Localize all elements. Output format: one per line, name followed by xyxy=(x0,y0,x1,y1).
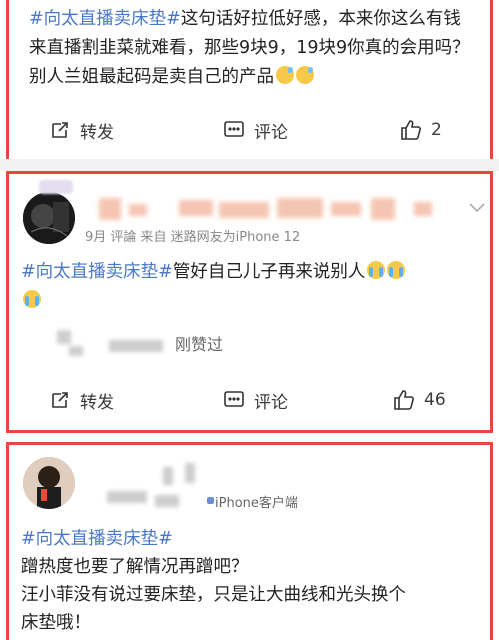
post-1-repost-button[interactable]: 转发 xyxy=(49,118,114,143)
post-2-topic[interactable]: #向太直播卖床垫# xyxy=(21,262,173,282)
blurred-username xyxy=(414,202,432,216)
avatar[interactable] xyxy=(23,457,75,509)
post-2-comment-button[interactable]: 评论 xyxy=(223,388,288,413)
comment-label: 评论 xyxy=(254,392,288,413)
blurred-username xyxy=(179,200,213,216)
blurred-username xyxy=(185,463,195,483)
blurred-username xyxy=(163,467,173,485)
like-count: 46 xyxy=(424,390,446,410)
repost-label: 转发 xyxy=(80,122,114,143)
badge-icon xyxy=(39,180,73,194)
crying-emoji-icon xyxy=(367,261,386,279)
blurred-username xyxy=(277,198,323,218)
avatar-image xyxy=(23,192,75,244)
blurred-liker-avatar xyxy=(69,346,83,356)
repost-label: 转发 xyxy=(80,392,114,413)
repost-icon xyxy=(52,392,68,408)
post-3-text: #向太直播卖床垫# 蹭热度也要了解情况再蹭吧？ 汪小菲没有说过要床垫，只是让大曲… xyxy=(21,525,474,637)
post-3-line-1: 蹭热度也要了解情况再蹭吧？ xyxy=(21,557,249,577)
liked-indicator: 刚赞过 xyxy=(175,335,224,354)
comment-label: 评论 xyxy=(254,122,288,143)
blurred-liker-avatar xyxy=(57,330,71,344)
post-1-text: #向太直播卖床垫#这句话好拉低好感，本来你这么有钱来直播割韭菜就难看，那些9块9… xyxy=(29,5,474,92)
post-2-body: 管好自己儿子再来说别人 xyxy=(172,262,366,282)
separator xyxy=(0,159,499,171)
post-1-like-button[interactable]: 2 xyxy=(400,119,442,141)
sweat-smile-emoji-icon xyxy=(296,66,314,84)
post-2-text: #向太直播卖床垫#管好自己儿子再来说别人 xyxy=(21,258,474,316)
post-2-menu[interactable] xyxy=(469,198,485,213)
post-card-2: 9月 评論 来自 迷路网友为iPhone 12 #向太直播卖床垫#管好自己儿子再… xyxy=(6,171,493,433)
blurred-username xyxy=(99,198,121,220)
post-3-meta: iPhone客户端 xyxy=(215,496,298,511)
blurred-username xyxy=(371,198,395,220)
post-2-meta: 9月 评論 来自 迷路网友为iPhone 12 xyxy=(85,230,301,245)
crying-emoji-icon xyxy=(387,261,406,279)
post-1-action-bar: 转发 评论 2 xyxy=(9,110,490,150)
post-2-repost-button[interactable]: 转发 xyxy=(49,388,114,413)
blurred-username xyxy=(129,204,147,216)
blurred-username xyxy=(331,202,361,216)
crying-emoji-icon xyxy=(23,290,41,308)
avatar-image xyxy=(23,457,75,509)
post-1-comment-button[interactable]: 评论 xyxy=(223,118,288,143)
post-2-like-button[interactable]: 46 xyxy=(393,389,446,411)
avatar[interactable] xyxy=(23,192,75,244)
thumbs-up-icon xyxy=(401,120,421,140)
blurred-username xyxy=(155,495,179,507)
post-3-line-2: 汪小菲没有说过要床垫，只是让大曲线和光头换个 xyxy=(21,585,406,605)
post-2-action-bar: 转发 评论 46 xyxy=(9,380,490,420)
post-card-1: #向太直播卖床垫#这句话好拉低好感，本来你这么有钱来直播割韭菜就难看，那些9块9… xyxy=(6,0,493,162)
comment-icon xyxy=(224,121,244,137)
device-icon xyxy=(207,497,214,504)
post-1-topic[interactable]: #向太直播卖床垫# xyxy=(29,9,181,29)
post-card-3: iPhone客户端 #向太直播卖床垫# 蹭热度也要了解情况再蹭吧？ 汪小菲没有说… xyxy=(6,442,493,640)
repost-icon xyxy=(52,122,68,138)
blurred-liker-name xyxy=(109,340,163,352)
post-3-topic[interactable]: #向太直播卖床垫# xyxy=(21,525,474,553)
post-3-line-3: 床垫哦！ xyxy=(21,613,91,633)
chevron-down-icon xyxy=(469,203,485,213)
sweat-smile-emoji-icon xyxy=(276,66,294,84)
blurred-username xyxy=(107,491,147,503)
comment-icon xyxy=(224,391,244,407)
like-count: 2 xyxy=(431,120,442,140)
thumbs-up-icon xyxy=(394,390,414,410)
blurred-username xyxy=(219,202,269,218)
